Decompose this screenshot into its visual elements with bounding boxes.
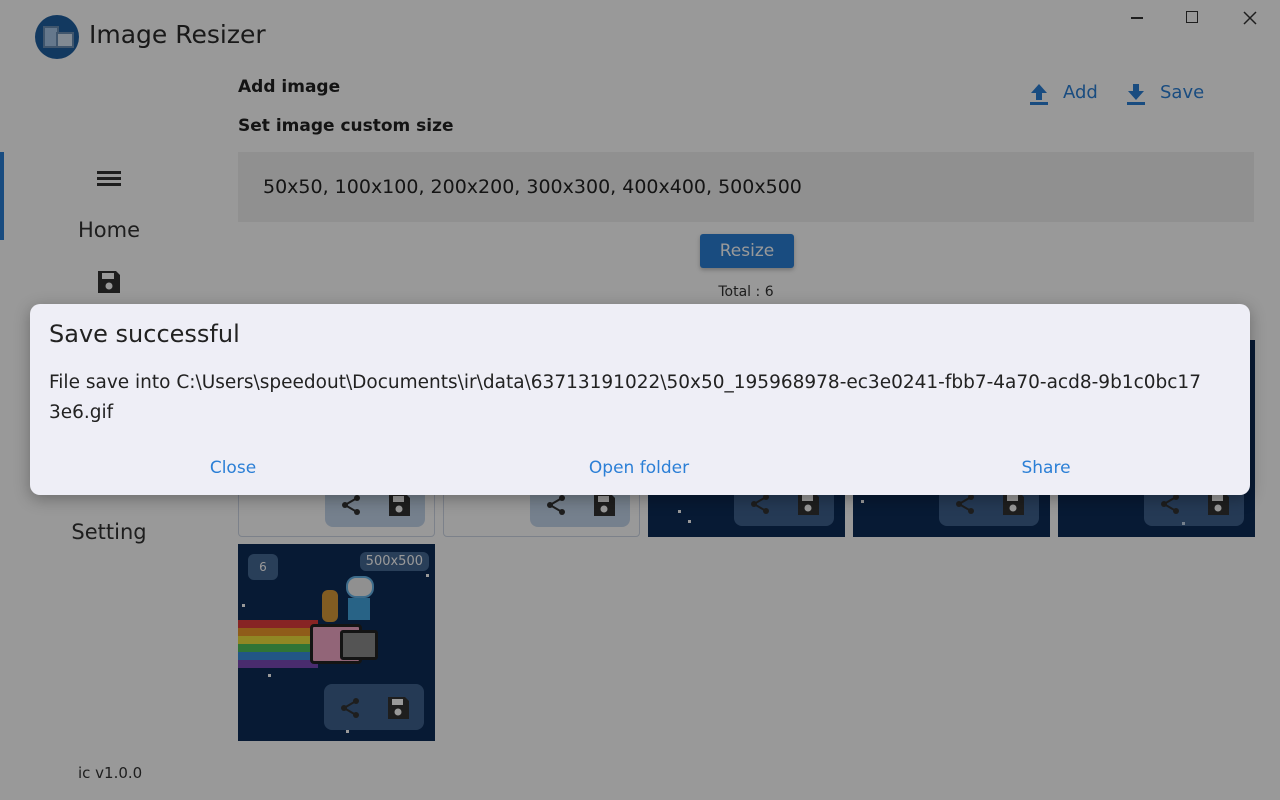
open-folder-button[interactable]: Open folder — [539, 458, 739, 478]
dialog-message: File save into C:\Users\speedout\Documen… — [49, 372, 1201, 423]
dialog-title: Save successful — [49, 320, 240, 348]
close-button[interactable]: Close — [133, 458, 333, 478]
share-button[interactable]: Share — [946, 458, 1146, 478]
save-success-dialog: Save successful File save into C:\Users\… — [30, 304, 1250, 495]
